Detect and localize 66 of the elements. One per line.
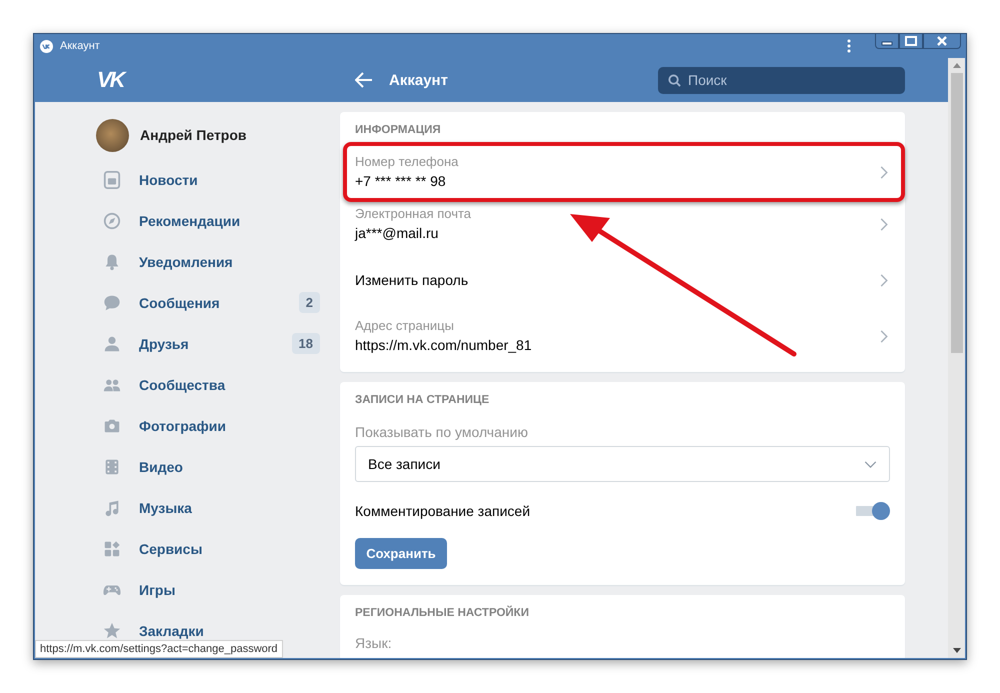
camera-icon xyxy=(103,416,121,434)
field-label: Электронная почта xyxy=(355,205,472,223)
setting-row[interactable]: Электронная почта ja***@mail.ru xyxy=(340,198,905,250)
more-icon[interactable] xyxy=(847,39,851,53)
chevron-icon xyxy=(880,166,888,178)
toggle-label: Комментирование записей xyxy=(355,503,530,519)
star-icon xyxy=(103,622,121,640)
chevron-down-icon xyxy=(864,460,877,468)
film-icon xyxy=(103,458,121,476)
close-button[interactable] xyxy=(923,34,961,49)
sidebar-item[interactable]: Закладки xyxy=(139,622,204,638)
sidebar-item[interactable]: Сервисы xyxy=(139,540,202,556)
field-label: Показывать по умолчанию xyxy=(355,424,529,440)
bell-icon xyxy=(103,252,121,270)
speech-bubble-icon xyxy=(103,294,121,312)
field-label: Адрес страницы xyxy=(355,317,455,335)
status-url: https://m.vk.com/settings?act=change_password xyxy=(35,640,283,658)
setting-link[interactable]: Изменить пароль xyxy=(340,250,905,310)
maximize-button[interactable] xyxy=(899,34,923,49)
compass-icon xyxy=(103,212,121,230)
minimize-button[interactable] xyxy=(875,34,899,49)
sidebar-item[interactable]: Новости xyxy=(139,172,198,188)
section-title: ЗАПИСИ НА СТРАНИЦЕ xyxy=(354,393,490,408)
setting-row[interactable]: Номер телефона +7 *** *** ** 98 xyxy=(340,146,905,198)
section-title: РЕГИОНАЛЬНЫЕ НАСТРОЙКИ xyxy=(354,605,530,621)
vk-logo[interactable]: VK xyxy=(97,67,124,93)
scrollbar[interactable] xyxy=(948,58,965,658)
chevron-icon xyxy=(880,274,888,286)
music-note-icon xyxy=(103,498,121,516)
sidebar-item[interactable]: Рекомендации xyxy=(139,212,240,228)
field-value: https://m.vk.com/number_81 xyxy=(355,336,533,355)
field-label: Язык: xyxy=(354,634,393,651)
field-value: +7 *** *** ** 98 xyxy=(355,172,447,191)
sidebar-item[interactable]: Сообщения xyxy=(139,294,220,310)
sidebar-item[interactable]: Сообщества xyxy=(139,376,226,392)
maximize-icon xyxy=(905,36,917,46)
chevron-icon xyxy=(880,330,888,342)
window-title: Аккаунт xyxy=(60,40,100,52)
avatar[interactable] xyxy=(96,118,129,152)
close-icon xyxy=(937,36,947,46)
scroll-down-icon[interactable] xyxy=(952,648,960,653)
profile-name[interactable]: Андрей Петров xyxy=(140,127,247,143)
app-logo-icon xyxy=(40,40,53,52)
squares-icon xyxy=(103,540,121,558)
field-value: ja***@mail.ru xyxy=(355,224,440,243)
section-title: ИНФОРМАЦИЯ xyxy=(354,123,442,138)
sidebar-item[interactable]: Музыка xyxy=(139,500,192,516)
dropdown[interactable]: Все записи xyxy=(355,446,890,482)
setting-row[interactable]: Адрес страницы https://m.vk.com/number_81 xyxy=(340,310,905,362)
field-label: Номер телефона xyxy=(355,153,460,171)
action-label: Изменить пароль xyxy=(355,272,470,288)
sidebar-item[interactable]: Фотографии xyxy=(139,418,226,434)
save-button[interactable]: Сохранить xyxy=(355,538,447,569)
sidebar-item[interactable]: Игры xyxy=(139,582,176,598)
sidebar-item[interactable]: Видео xyxy=(139,458,183,474)
count-badge: 18 xyxy=(292,333,320,354)
person-icon xyxy=(103,334,121,352)
page-title: Аккаунт xyxy=(389,72,448,88)
back-arrow-icon[interactable] xyxy=(355,72,373,88)
sidebar-item[interactable]: Уведомления xyxy=(139,254,233,270)
search-field[interactable]: Поиск xyxy=(658,66,905,94)
newspaper-icon xyxy=(103,170,121,188)
chevron-icon xyxy=(880,218,888,230)
count-badge: 2 xyxy=(298,292,320,313)
sidebar-item[interactable]: Друзья xyxy=(139,336,189,352)
scroll-up-icon[interactable] xyxy=(952,63,960,68)
